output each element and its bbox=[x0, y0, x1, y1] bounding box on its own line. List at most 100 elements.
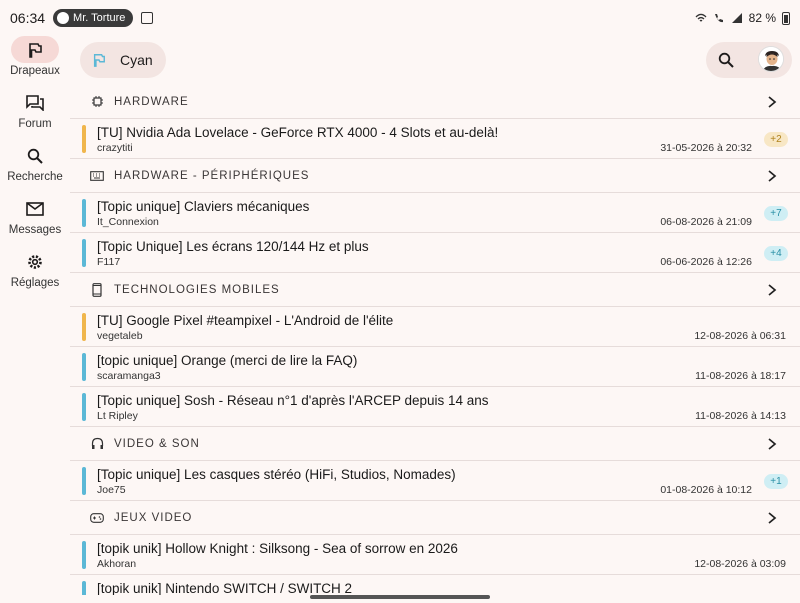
topic-author: Akhoran bbox=[97, 558, 137, 570]
category-name: HARDWARE bbox=[114, 95, 189, 108]
keyboard-icon bbox=[90, 169, 104, 183]
topic-date: 06-06-2026 à 12:26 bbox=[660, 256, 752, 268]
category-name: VIDEO & SON bbox=[114, 437, 200, 450]
topic-row[interactable]: [Topic unique] Claviers mécaniques It_Co… bbox=[70, 193, 800, 233]
gear-icon bbox=[28, 254, 42, 269]
chevron-right-icon bbox=[768, 95, 777, 108]
screenshot-icon bbox=[141, 12, 154, 24]
topic-author: F117 bbox=[97, 256, 121, 268]
unread-badge: +7 bbox=[764, 206, 788, 221]
mail-icon bbox=[26, 201, 44, 216]
topic-title: [Topic Unique] Les écrans 120/144 Hz et … bbox=[97, 239, 369, 254]
flag-icon bbox=[93, 54, 105, 67]
battery-icon bbox=[782, 11, 790, 25]
topic-title: [topik unik] Hollow Knight : Silksong - … bbox=[97, 541, 458, 556]
topic-title: [Topic unique] Claviers mécaniques bbox=[97, 199, 310, 214]
avatar[interactable] bbox=[758, 46, 784, 72]
unread-badge: +4 bbox=[764, 246, 788, 261]
status-bar: 06:34 Mr. Torture 82 % bbox=[0, 0, 800, 36]
top-bar: Cyan bbox=[80, 40, 792, 80]
chevron-right-icon bbox=[768, 283, 777, 296]
topic-title: [TU] Nvidia Ada Lovelace - GeForce RTX 4… bbox=[97, 125, 499, 140]
nav-item-drapeaux[interactable]: Drapeaux bbox=[0, 36, 70, 89]
flag-color-bar bbox=[82, 125, 86, 153]
topic-list[interactable]: HARDWARE [TU] Nvidia Ada Lovelace - GeFo… bbox=[70, 85, 800, 595]
search-icon bbox=[27, 148, 43, 164]
media-chip[interactable]: Mr. Torture bbox=[53, 9, 134, 27]
spotify-icon bbox=[57, 12, 70, 24]
category-header[interactable]: TECHNOLOGIES MOBILES bbox=[70, 273, 800, 307]
topic-date: 12-08-2026 à 06:31 bbox=[694, 330, 786, 342]
category-name: HARDWARE - PÉRIPHÉRIQUES bbox=[114, 169, 310, 182]
media-label: Mr. Torture bbox=[73, 12, 126, 24]
category-name: JEUX VIDEO bbox=[114, 511, 193, 524]
topic-date: 01-08-2026 à 10:12 bbox=[660, 484, 752, 496]
topic-date: 31-05-2026 à 20:32 bbox=[660, 142, 752, 154]
call-icon bbox=[714, 14, 723, 23]
chevron-right-icon bbox=[768, 511, 777, 524]
status-right: 82 % bbox=[695, 11, 790, 25]
search-icon bbox=[718, 52, 734, 68]
gesture-home-indicator[interactable] bbox=[310, 595, 490, 599]
nav-label: Réglages bbox=[10, 277, 60, 289]
topic-row[interactable]: [TU] Nvidia Ada Lovelace - GeForce RTX 4… bbox=[70, 119, 800, 159]
topic-date: 11-08-2026 à 14:13 bbox=[695, 410, 786, 422]
signal-icon bbox=[731, 13, 742, 23]
category-header[interactable]: JEUX VIDEO bbox=[70, 501, 800, 535]
topic-author: vegetaleb bbox=[97, 330, 143, 342]
battery-text: 82 % bbox=[748, 11, 776, 25]
phone-icon bbox=[90, 282, 104, 297]
nav-label: Messages bbox=[8, 224, 62, 236]
topic-title: [TU] Google Pixel #teampixel - L'Android… bbox=[97, 313, 394, 328]
flag-color-bar bbox=[82, 353, 86, 381]
nav-label: Forum bbox=[18, 118, 52, 130]
topic-title: [Topic unique] Les casques stéréo (HiFi,… bbox=[97, 467, 456, 482]
flag-color-bar bbox=[82, 313, 86, 341]
category-name: TECHNOLOGIES MOBILES bbox=[114, 283, 280, 296]
topic-row[interactable]: [Topic unique] Les casques stéréo (HiFi,… bbox=[70, 461, 800, 501]
flag-icon bbox=[29, 42, 42, 58]
flag-filter-button[interactable]: Cyan bbox=[80, 42, 166, 78]
flag-color-bar bbox=[82, 467, 86, 495]
topic-author: scaramanga3 bbox=[97, 370, 161, 382]
flag-color-bar bbox=[82, 581, 86, 595]
flag-color-bar bbox=[82, 239, 86, 267]
flag-color-bar bbox=[82, 541, 86, 569]
flag-color-bar bbox=[82, 393, 86, 421]
nav-rail: Drapeaux Forum Recherche Messages Réglag… bbox=[0, 36, 70, 603]
topic-date: 12-08-2026 à 03:09 bbox=[694, 558, 786, 570]
topic-date: 11-08-2026 à 18:17 bbox=[695, 370, 786, 382]
topic-row[interactable]: [Topic unique] Sosh - Réseau n°1 d'après… bbox=[70, 387, 800, 427]
topic-title: [Topic unique] Sosh - Réseau n°1 d'après… bbox=[97, 393, 489, 408]
topic-author: Lt Ripley bbox=[97, 410, 138, 422]
nav-item-messages[interactable]: Messages bbox=[0, 195, 70, 248]
nav-item-forum[interactable]: Forum bbox=[0, 89, 70, 142]
unread-badge: +1 bbox=[764, 474, 788, 489]
gamepad-icon bbox=[90, 511, 104, 525]
topic-row[interactable]: [topik unik] Nintendo SWITCH / SWITCH 2 bbox=[70, 575, 800, 595]
unread-badge: +2 bbox=[764, 132, 788, 147]
wifi-icon bbox=[695, 13, 707, 22]
topic-author: Joe75 bbox=[97, 484, 126, 496]
nav-item-reglages[interactable]: Réglages bbox=[0, 248, 70, 301]
chevron-right-icon bbox=[768, 169, 777, 182]
topic-author: crazytiti bbox=[97, 142, 133, 154]
category-header[interactable]: VIDEO & SON bbox=[70, 427, 800, 461]
nav-label: Drapeaux bbox=[10, 65, 60, 77]
topic-row[interactable]: [topik unik] Hollow Knight : Silksong - … bbox=[70, 535, 800, 575]
forum-icon bbox=[26, 94, 44, 111]
topic-row[interactable]: [topic unique] Orange (merci de lire la … bbox=[70, 347, 800, 387]
topic-row[interactable]: [TU] Google Pixel #teampixel - L'Android… bbox=[70, 307, 800, 347]
nav-item-recherche[interactable]: Recherche bbox=[0, 142, 70, 195]
nav-label: Recherche bbox=[7, 171, 63, 183]
chip-icon bbox=[90, 95, 104, 109]
category-header[interactable]: HARDWARE - PÉRIPHÉRIQUES bbox=[70, 159, 800, 193]
headphones-icon bbox=[90, 437, 104, 451]
topic-title: [topik unik] Nintendo SWITCH / SWITCH 2 bbox=[97, 581, 353, 595]
topic-date: 06-08-2026 à 21:09 bbox=[660, 216, 752, 228]
flag-color-bar bbox=[82, 199, 86, 227]
category-header[interactable]: HARDWARE bbox=[70, 85, 800, 119]
status-time: 06:34 bbox=[10, 10, 46, 26]
topic-author: It_Connexion bbox=[97, 216, 159, 228]
topic-row[interactable]: [Topic Unique] Les écrans 120/144 Hz et … bbox=[70, 233, 800, 273]
